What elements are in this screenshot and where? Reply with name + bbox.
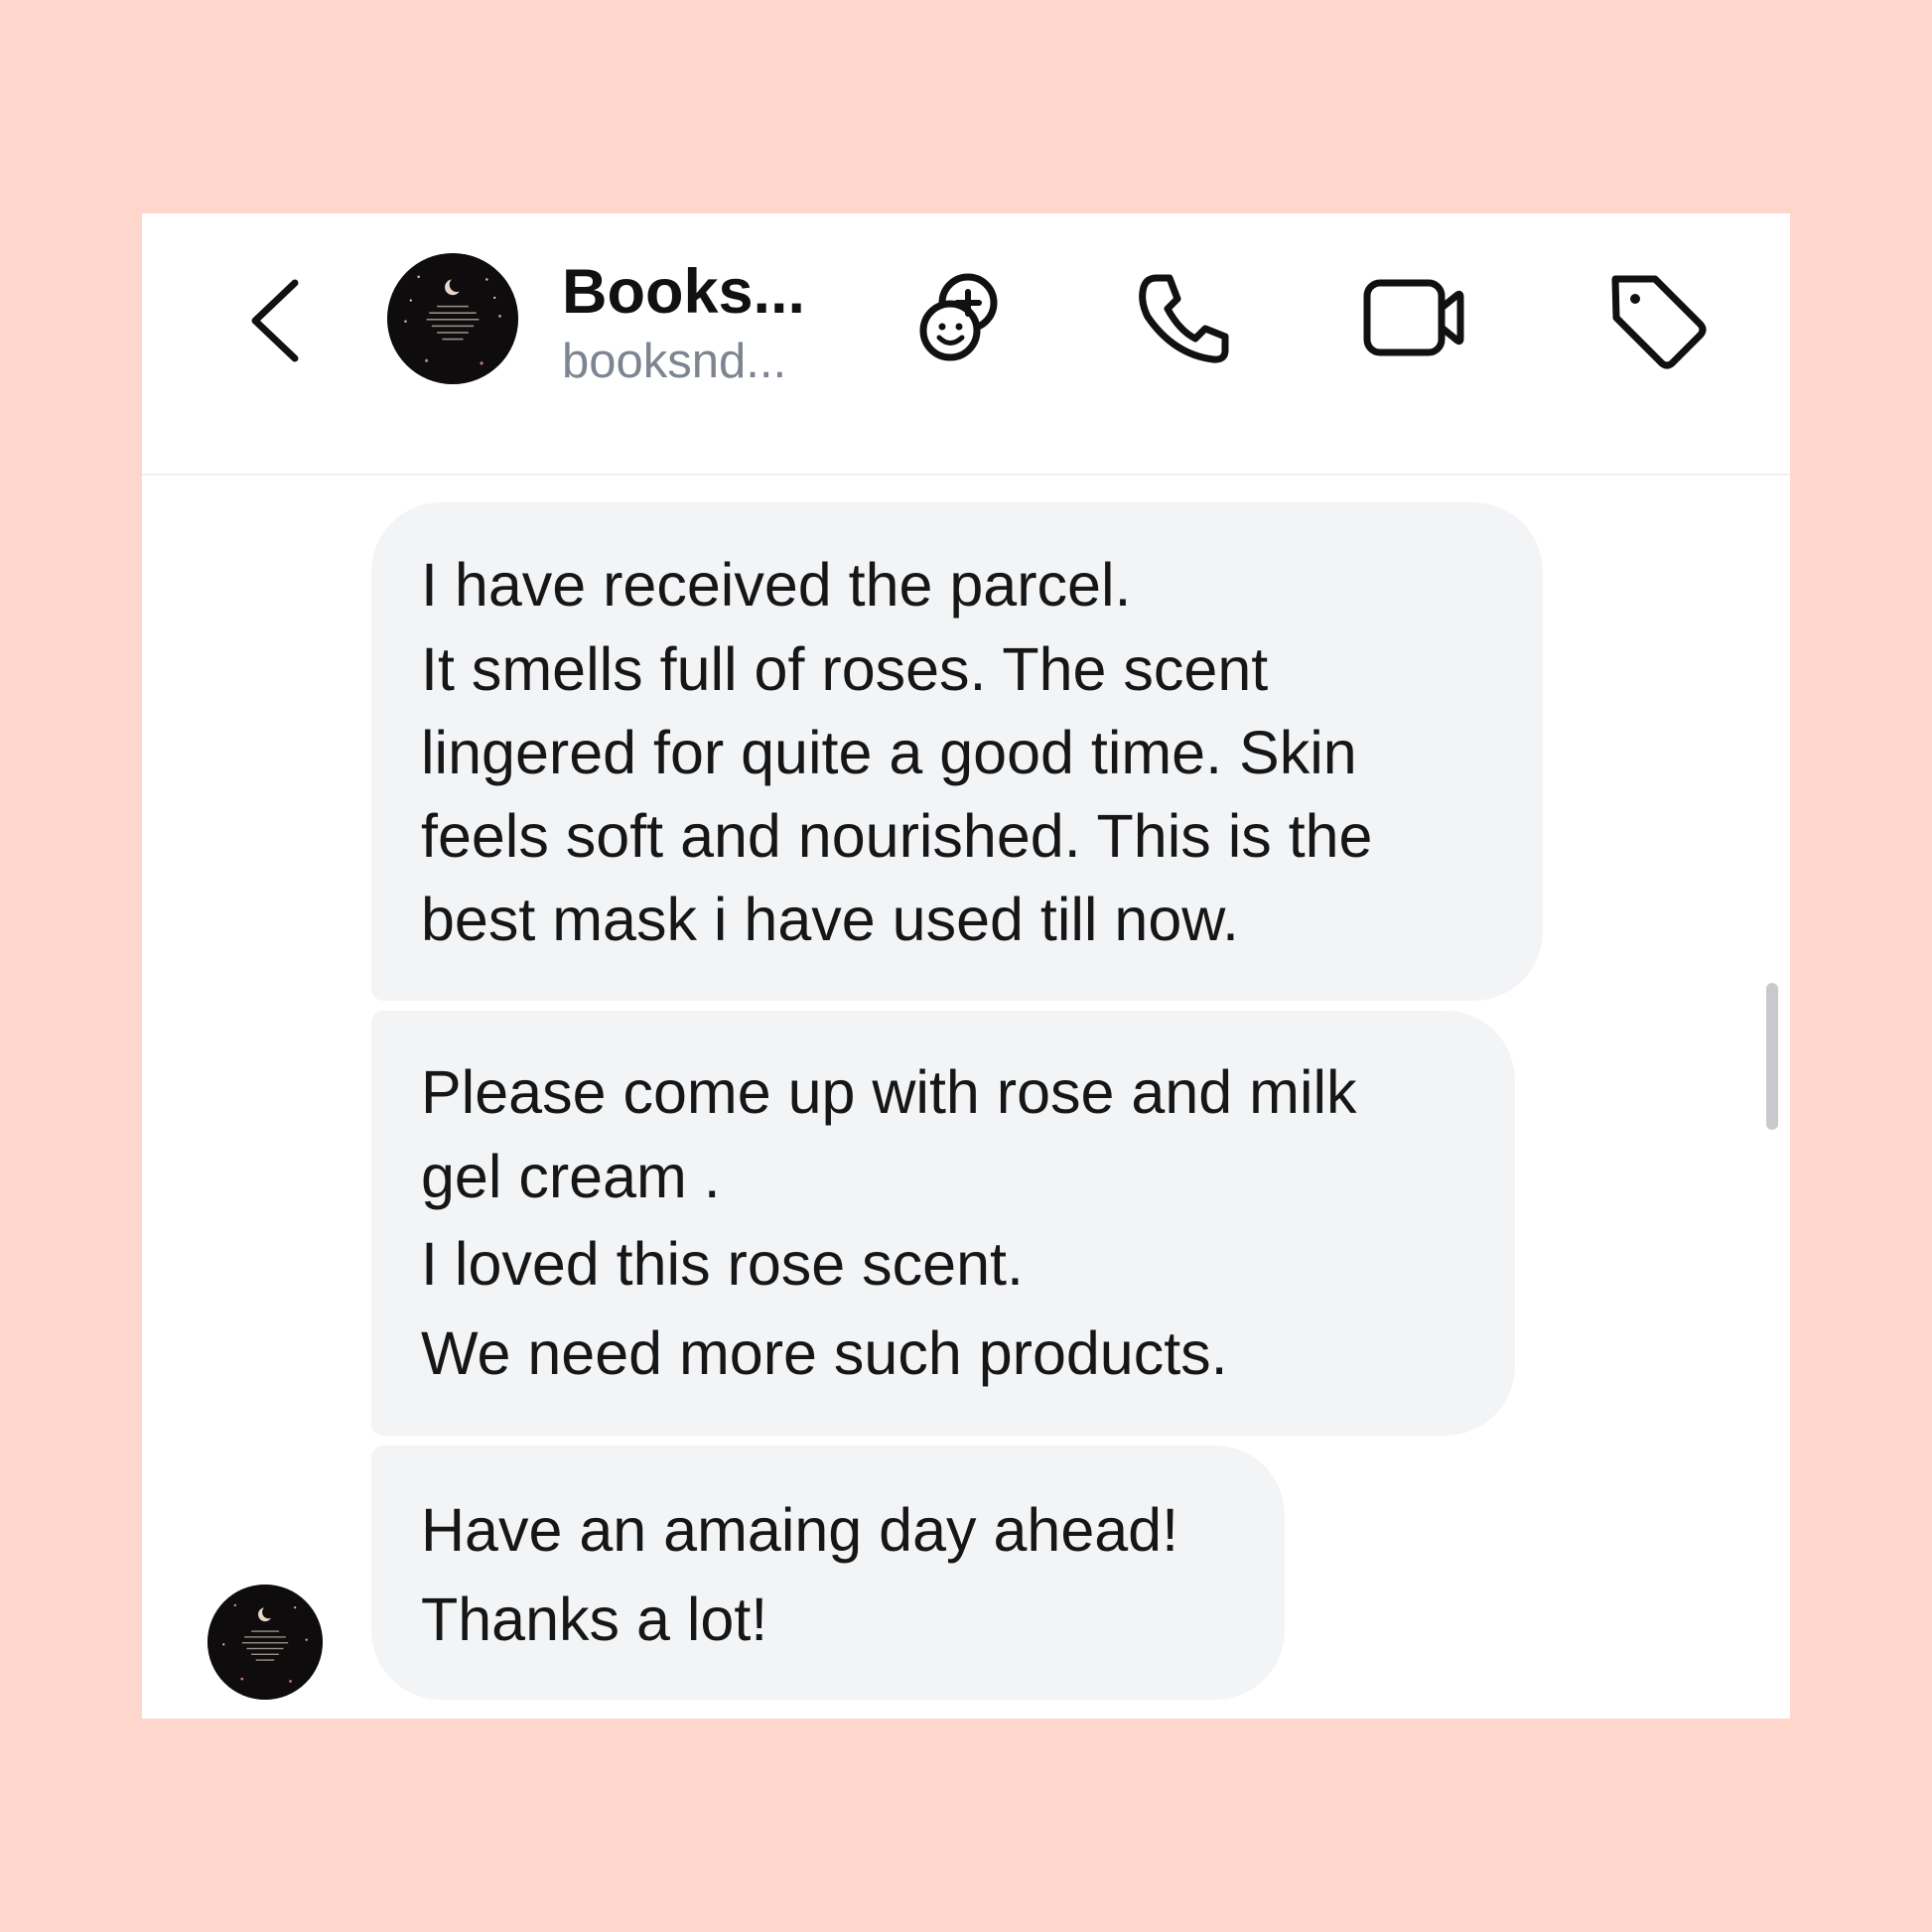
message-bubble[interactable]: Have an amaing day ahead! Thanks a lot! — [371, 1446, 1285, 1700]
chat-window: Books... booksnd... I have received the … — [142, 213, 1790, 1719]
back-button[interactable] — [237, 271, 317, 370]
contact-handle: booksnd... — [562, 335, 787, 388]
contact-name[interactable]: Books... — [562, 255, 805, 331]
sender-avatar[interactable] — [207, 1585, 323, 1700]
message-line: lingered for quite a good time. Skin — [421, 719, 1357, 786]
message-bubble[interactable]: Please come up with rose and milk gel cr… — [371, 1011, 1515, 1436]
scrollbar-thumb[interactable] — [1766, 983, 1778, 1130]
message-line: Have an amaing day ahead! — [421, 1496, 1179, 1564]
avatar-image — [207, 1585, 323, 1700]
message-line: feels soft and nourished. This is the — [421, 802, 1373, 870]
phone-icon — [1139, 274, 1229, 363]
video-camera-icon — [1363, 279, 1464, 356]
tag-icon — [1611, 275, 1707, 369]
avatar[interactable] — [387, 253, 518, 384]
message-line: Thanks a lot! — [421, 1586, 768, 1653]
message-line: Please come up with rose and milk — [421, 1058, 1357, 1126]
label-button[interactable] — [1601, 263, 1711, 372]
avatar-image — [387, 253, 518, 384]
video-call-button[interactable] — [1360, 263, 1469, 372]
message-line: We need more such products. — [421, 1319, 1228, 1387]
message-line: I have received the parcel. — [421, 551, 1132, 619]
chevron-left-icon — [251, 279, 299, 362]
add-people-button[interactable] — [906, 263, 1016, 372]
message-bubble[interactable]: I have received the parcel. It smells fu… — [371, 502, 1543, 1001]
chat-header: Books... booksnd... — [142, 213, 1790, 476]
message-line: It smells full of roses. The scent — [421, 635, 1269, 703]
message-line: I loved this rose scent. — [421, 1230, 1024, 1298]
add-people-icon — [919, 273, 998, 361]
message-line: gel cream . — [421, 1143, 721, 1210]
message-line: best mask i have used till now. — [421, 886, 1239, 953]
call-button[interactable] — [1130, 263, 1239, 372]
